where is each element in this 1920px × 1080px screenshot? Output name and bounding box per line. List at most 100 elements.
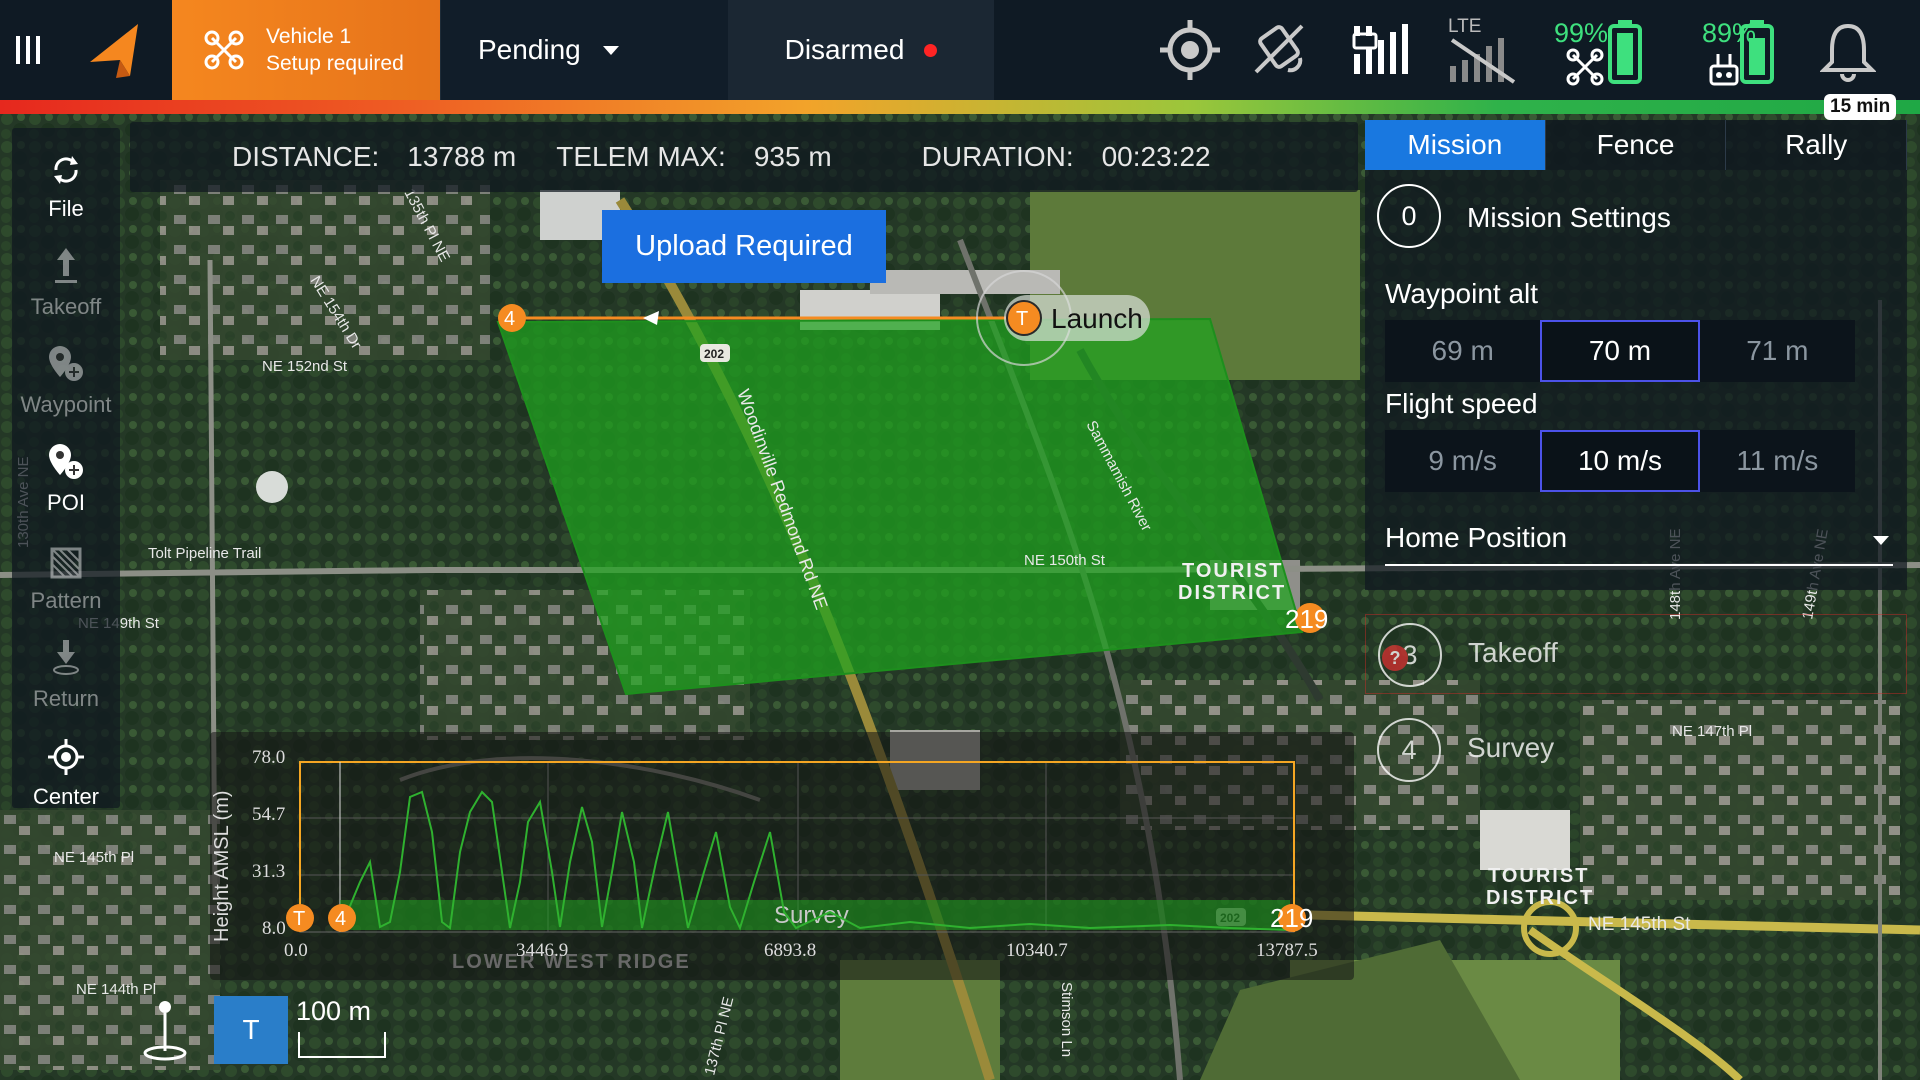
mission-item-index: 4 xyxy=(1377,718,1441,782)
pan-to-vehicle-button[interactable] xyxy=(130,996,200,1066)
telem-max-value: 935 m xyxy=(753,141,832,172)
speed-option[interactable]: 9 m/s xyxy=(1385,430,1541,492)
waypoint-4-marker[interactable]: 4 xyxy=(498,304,526,332)
mission-settings-title[interactable]: Mission Settings xyxy=(1467,202,1671,234)
mission-item-takeoff[interactable]: 3 ? Takeoff xyxy=(1365,614,1907,694)
map-area-label: DISTRICT xyxy=(1178,582,1286,604)
alt-option-selected[interactable]: 70 m xyxy=(1540,320,1700,382)
telem-max-label: TELEM MAX: xyxy=(556,141,726,172)
tab-rally[interactable]: Rally xyxy=(1726,120,1908,170)
notification-bell-icon[interactable] xyxy=(1820,20,1876,82)
svg-text:4: 4 xyxy=(335,908,346,930)
waypoint-219-marker[interactable]: 219 xyxy=(1285,603,1328,634)
upload-required-button[interactable]: Upload Required xyxy=(602,210,886,283)
mission-item-survey[interactable]: 4 Survey xyxy=(1365,710,1907,790)
svg-text:Launch: Launch xyxy=(1051,303,1143,334)
map-scale: 100 m xyxy=(296,996,388,1062)
map-scale-label: 100 m xyxy=(296,996,372,1026)
warning-icon: ? xyxy=(1382,645,1408,671)
tool-poi[interactable]: POI xyxy=(12,432,120,530)
map-road-label: Tolt Pipeline Trail xyxy=(148,545,261,562)
duration-value: 00:23:22 xyxy=(1101,141,1211,172)
home-position-dropdown[interactable]: Home Position xyxy=(1385,522,1893,566)
speed-option-selected[interactable]: 10 m/s xyxy=(1540,430,1700,492)
tool-waypoint[interactable]: Waypoint xyxy=(12,334,120,432)
speed-option[interactable]: 11 m/s xyxy=(1699,430,1855,492)
y-tick: 78.0 xyxy=(252,747,285,768)
y-tick: 54.7 xyxy=(252,804,285,825)
flight-mode-label: Pending xyxy=(478,34,581,65)
profile-launch-marker[interactable]: T xyxy=(286,904,314,932)
y-tick: 8.0 xyxy=(262,918,286,939)
map-area-label: TOURIST xyxy=(1488,865,1589,887)
mission-settings-panel: 0 Mission Settings Waypoint alt 69 m 70 … xyxy=(1365,170,1907,590)
tool-return[interactable]: Return xyxy=(12,628,120,726)
x-tick: 6893.8 xyxy=(764,940,816,961)
map-road-label: Stimson Ln xyxy=(1058,982,1075,1057)
y-tick: 31.3 xyxy=(252,861,285,882)
vehicle-status: Setup required xyxy=(266,52,404,75)
drone-battery-percent: 99% xyxy=(1554,18,1609,48)
telemetry-signal-icon[interactable] xyxy=(1352,18,1422,82)
terrain-profile-panel: Height AMSL (m) 78.0 54.7 31.3 8.0 0.0 3… xyxy=(210,732,1354,980)
plan-tabs: Mission Fence Rally xyxy=(1365,120,1908,170)
survey-area-polygon[interactable] xyxy=(496,317,1304,696)
return-icon xyxy=(53,640,79,675)
takeoff-arrow-icon xyxy=(55,248,77,283)
alt-option[interactable]: 71 m xyxy=(1699,320,1855,382)
drone-battery-drone-icon xyxy=(1566,48,1604,86)
pattern-icon xyxy=(50,547,82,579)
drone-icon xyxy=(204,30,244,70)
map-area-label: DISTRICT xyxy=(1486,887,1594,909)
map-road-label: NE 152nd St xyxy=(262,358,348,375)
flight-mode-dropdown[interactable]: Pending xyxy=(440,0,728,100)
plan-toolstrip: File Takeoff Waypoint POI Pattern Return… xyxy=(12,128,120,809)
app-logo[interactable] xyxy=(56,0,172,100)
arm-state-button[interactable]: Disarmed xyxy=(728,0,994,100)
gps-icon[interactable] xyxy=(1158,18,1222,82)
rc-transmitter-icon xyxy=(1709,54,1739,86)
tab-mission[interactable]: Mission xyxy=(1365,120,1546,170)
vehicle-selector[interactable]: Vehicle 1 Setup required xyxy=(172,0,440,100)
map-scale-bar xyxy=(298,1032,386,1058)
profile-waypoint-4-marker[interactable]: 4 xyxy=(328,904,356,932)
menu-icon xyxy=(16,36,40,64)
tool-center[interactable]: Center xyxy=(12,726,120,824)
mission-settings-index[interactable]: 0 xyxy=(1377,184,1441,248)
rc-battery-icon[interactable] xyxy=(1740,20,1774,84)
tool-poi-label: POI xyxy=(47,490,85,515)
qgc-logo-icon xyxy=(90,24,138,78)
tab-fence[interactable]: Fence xyxy=(1546,120,1727,170)
home-position-label: Home Position xyxy=(1385,522,1568,553)
route-shield: 202 xyxy=(704,347,724,361)
svg-text:4: 4 xyxy=(504,308,515,330)
rc-rssi-icon[interactable] xyxy=(1248,18,1310,80)
mission-item-name: Takeoff xyxy=(1468,637,1558,668)
tool-center-label: Center xyxy=(32,784,100,809)
tool-takeoff-label: Takeoff xyxy=(30,294,102,319)
file-sync-icon xyxy=(54,156,78,184)
tool-takeoff[interactable]: Takeoff xyxy=(12,236,120,334)
flight-speed-label: Flight speed xyxy=(1385,388,1538,419)
menu-button[interactable] xyxy=(0,0,56,100)
svg-text:T: T xyxy=(293,908,305,930)
tool-pattern[interactable]: Pattern xyxy=(12,530,120,628)
chevron-down-icon xyxy=(602,45,619,55)
drone-battery-icon[interactable] xyxy=(1608,20,1642,84)
chevron-down-icon xyxy=(1873,536,1889,545)
tool-file-label: File xyxy=(48,196,84,221)
x-tick: 3446.9 xyxy=(516,940,568,961)
profile-waypoint-219-marker[interactable]: 219 xyxy=(1270,903,1313,933)
mission-item-name: Survey xyxy=(1467,732,1555,763)
tool-file[interactable]: File xyxy=(12,138,120,236)
alt-option[interactable]: 69 m xyxy=(1385,320,1541,382)
lte-signal-icon[interactable] xyxy=(1448,36,1522,84)
map-road-label: NE 150th St xyxy=(1024,552,1106,569)
distance-label: DISTANCE: xyxy=(232,141,380,172)
y-axis-label: Height AMSL (m) xyxy=(211,790,233,942)
vehicle-name: Vehicle 1 xyxy=(266,25,352,48)
launch-location-button[interactable]: T xyxy=(214,996,288,1064)
top-toolbar: Vehicle 1 Setup required Pending Disarme… xyxy=(0,0,1920,100)
waypoint-alt-selector: 69 m 70 m 71 m xyxy=(1385,320,1855,382)
terrain-profile-chart[interactable]: Height AMSL (m) 78.0 54.7 31.3 8.0 0.0 3… xyxy=(210,732,1354,980)
